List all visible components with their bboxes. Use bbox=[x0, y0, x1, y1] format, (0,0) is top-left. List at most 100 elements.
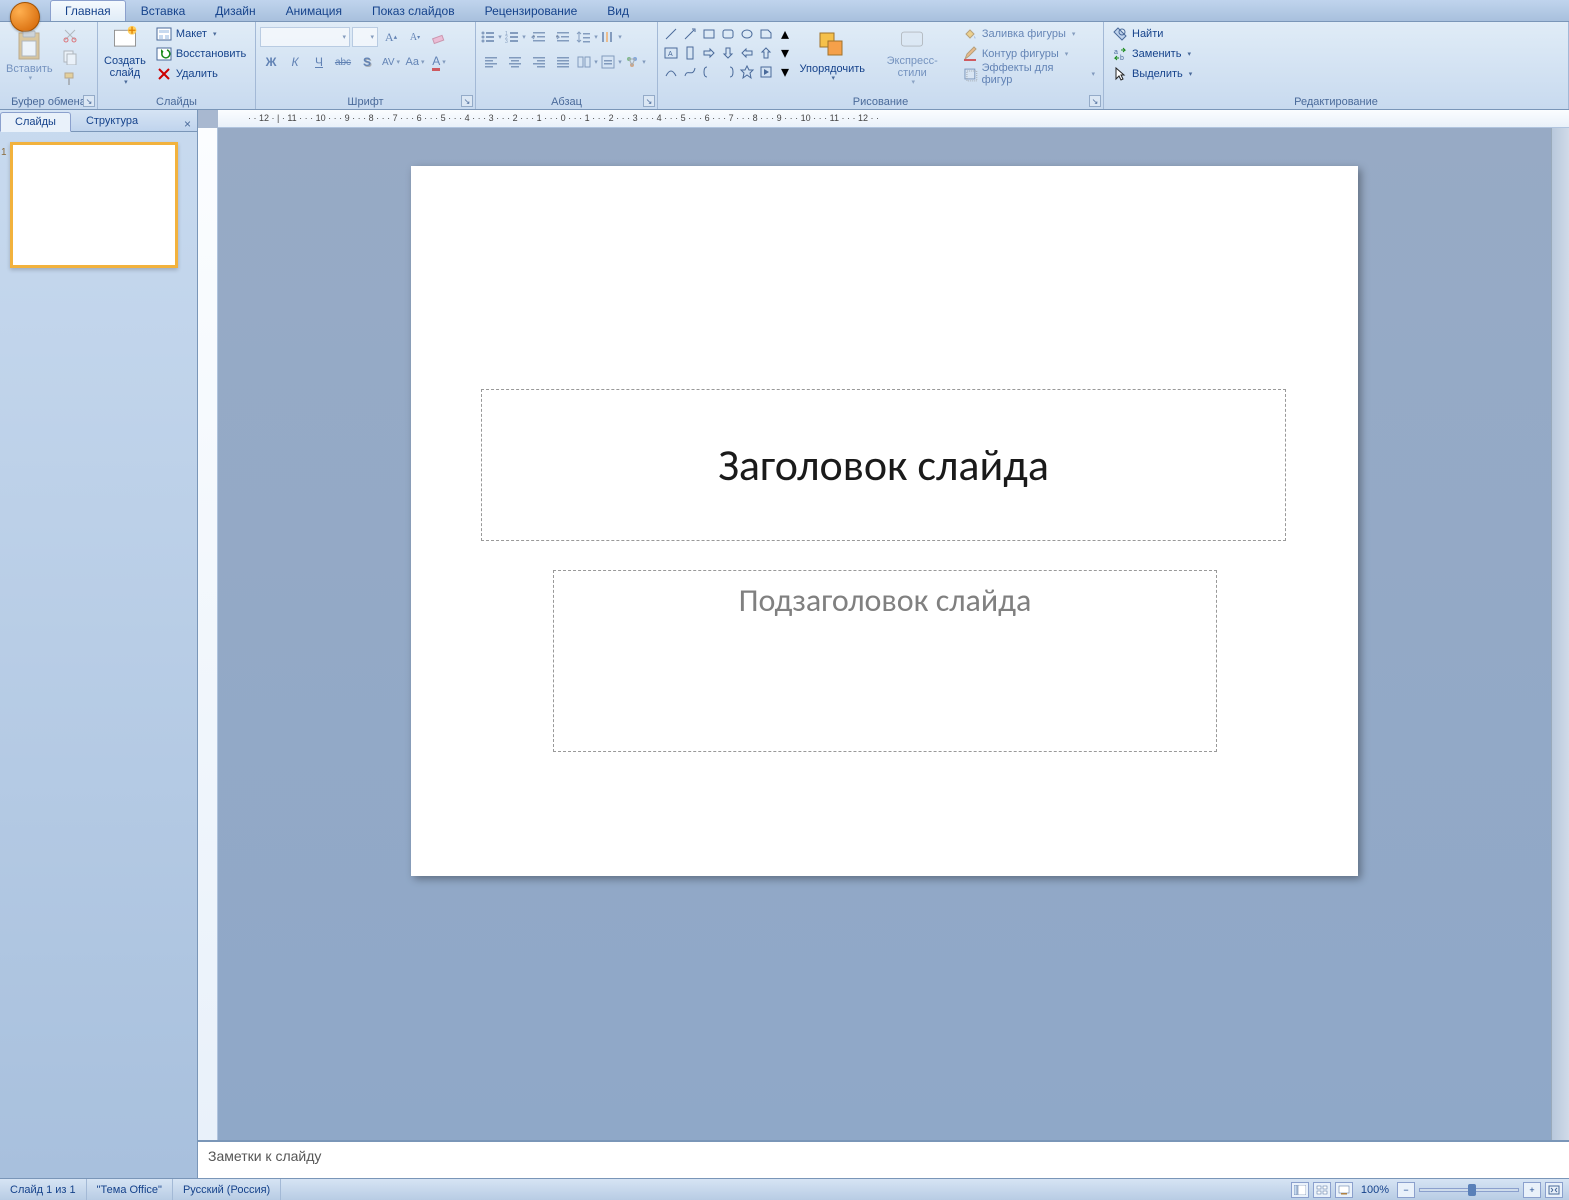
canvas-area[interactable]: Заголовок слайда Подзаголовок слайда bbox=[218, 128, 1551, 1140]
numbering-button[interactable]: 123▾ bbox=[504, 26, 526, 48]
slide-thumbnail-1[interactable]: 1 bbox=[10, 142, 178, 268]
select-button[interactable]: Выделить▾ bbox=[1108, 64, 1196, 84]
font-name-combo[interactable]: ▾ bbox=[260, 27, 350, 47]
shape-curve[interactable] bbox=[662, 63, 680, 81]
clear-formatting-button[interactable] bbox=[428, 26, 450, 48]
justify-button[interactable] bbox=[552, 51, 574, 73]
side-panel-close[interactable]: × bbox=[178, 117, 197, 131]
shrink-font-button[interactable]: A▾ bbox=[404, 26, 426, 48]
align-left-button[interactable] bbox=[480, 51, 502, 73]
copy-button[interactable] bbox=[59, 46, 81, 68]
align-text-vertical-button[interactable]: ▾ bbox=[600, 51, 622, 73]
shape-bracket[interactable] bbox=[719, 63, 737, 81]
shape-fill-button[interactable]: Заливка фигуры▾ bbox=[958, 24, 1099, 44]
change-case-button[interactable]: Aa▾ bbox=[404, 51, 426, 73]
shape-freeform[interactable] bbox=[681, 63, 699, 81]
shape-up-arrow[interactable] bbox=[757, 44, 775, 62]
shape-down-arrow[interactable] bbox=[719, 44, 737, 62]
tab-insert[interactable]: Вставка bbox=[126, 0, 201, 21]
side-tab-outline[interactable]: Структура bbox=[71, 111, 153, 131]
text-direction-button[interactable]: ▾ bbox=[600, 26, 622, 48]
vertical-ruler[interactable]: 9876543210123456789 bbox=[198, 128, 218, 1140]
vertical-scrollbar[interactable] bbox=[1551, 128, 1569, 1140]
shape-oval[interactable] bbox=[738, 25, 756, 43]
find-button[interactable]: Найти bbox=[1108, 24, 1196, 44]
paragraph-dialog-launcher[interactable]: ↘ bbox=[643, 95, 655, 107]
columns-button[interactable]: ▾ bbox=[576, 51, 598, 73]
shape-textbox[interactable]: A bbox=[662, 44, 680, 62]
zoom-slider[interactable] bbox=[1419, 1188, 1519, 1192]
font-size-combo[interactable]: ▾ bbox=[352, 27, 378, 47]
shape-action[interactable] bbox=[757, 63, 775, 81]
grow-font-button[interactable]: A▴ bbox=[380, 26, 402, 48]
paste-button[interactable]: Вставить ▾ bbox=[2, 23, 57, 89]
bullets-button[interactable]: ▾ bbox=[480, 26, 502, 48]
line-spacing-button[interactable]: ▾ bbox=[576, 26, 598, 48]
zoom-level[interactable]: 100% bbox=[1361, 1184, 1389, 1196]
decrease-indent-button[interactable] bbox=[528, 26, 550, 48]
drawing-dialog-launcher[interactable]: ↘ bbox=[1089, 95, 1101, 107]
title-placeholder[interactable]: Заголовок слайда bbox=[481, 389, 1286, 541]
slide-canvas[interactable]: Заголовок слайда Подзаголовок слайда bbox=[411, 166, 1358, 876]
tab-view[interactable]: Вид bbox=[592, 0, 644, 21]
shapes-gallery[interactable]: ▴ A ▾ ▾ bbox=[662, 25, 794, 81]
shape-round-rect[interactable] bbox=[719, 25, 737, 43]
tab-home[interactable]: Главная bbox=[50, 0, 126, 21]
status-language[interactable]: Русский (Россия) bbox=[173, 1179, 281, 1200]
paste-label: Вставить bbox=[6, 63, 53, 75]
subtitle-placeholder[interactable]: Подзаголовок слайда bbox=[553, 570, 1217, 752]
shape-brace[interactable] bbox=[700, 63, 718, 81]
zoom-out-button[interactable]: − bbox=[1397, 1182, 1415, 1198]
arrange-button[interactable]: Упорядочить▾ bbox=[796, 23, 869, 89]
shape-snip-rect[interactable] bbox=[757, 25, 775, 43]
view-normal-button[interactable] bbox=[1291, 1182, 1309, 1198]
horizontal-ruler[interactable]: · · 12 · | · 11 · · · 10 · · · 9 · · · 8… bbox=[218, 110, 1569, 128]
format-painter-button[interactable] bbox=[59, 68, 81, 90]
view-sorter-button[interactable] bbox=[1313, 1182, 1331, 1198]
italic-button[interactable]: К bbox=[284, 51, 306, 73]
quick-styles-button[interactable]: Экспресс-стили▾ bbox=[869, 23, 956, 89]
new-slide-button[interactable]: Создать слайд ▾ bbox=[100, 23, 150, 89]
tab-slideshow[interactable]: Показ слайдов bbox=[357, 0, 470, 21]
shape-right-arrow[interactable] bbox=[700, 44, 718, 62]
shape-effects-button[interactable]: Эффекты для фигур▾ bbox=[958, 64, 1099, 84]
align-center-button[interactable] bbox=[504, 51, 526, 73]
shape-star[interactable] bbox=[738, 63, 756, 81]
reset-button[interactable]: Восстановить bbox=[152, 44, 250, 64]
side-tab-slides[interactable]: Слайды bbox=[0, 112, 71, 132]
underline-button[interactable]: Ч bbox=[308, 51, 330, 73]
gallery-more[interactable]: ▾ bbox=[776, 63, 794, 81]
tab-review[interactable]: Рецензирование bbox=[470, 0, 593, 21]
shape-arrow[interactable] bbox=[681, 25, 699, 43]
status-slide-count[interactable]: Слайд 1 из 1 bbox=[0, 1179, 87, 1200]
char-spacing-button[interactable]: AV▾ bbox=[380, 51, 402, 73]
shape-left-arrow[interactable] bbox=[738, 44, 756, 62]
gallery-scroll-up[interactable]: ▴ bbox=[776, 25, 794, 43]
ruler-v-mark: 2 bbox=[198, 435, 227, 440]
increase-indent-button[interactable] bbox=[552, 26, 574, 48]
layout-button[interactable]: Макет▾ bbox=[152, 24, 250, 44]
gallery-scroll-down[interactable]: ▾ bbox=[776, 44, 794, 62]
cut-button[interactable] bbox=[59, 24, 81, 46]
shape-outline-button[interactable]: Контур фигуры▾ bbox=[958, 44, 1099, 64]
view-slideshow-button[interactable] bbox=[1335, 1182, 1353, 1198]
shape-rectangle[interactable] bbox=[700, 25, 718, 43]
font-color-button[interactable]: A▾ bbox=[428, 51, 450, 73]
shape-line[interactable] bbox=[662, 25, 680, 43]
convert-smartart-button[interactable]: ▾ bbox=[624, 51, 646, 73]
notes-pane[interactable]: Заметки к слайду bbox=[198, 1140, 1569, 1178]
clipboard-dialog-launcher[interactable]: ↘ bbox=[83, 95, 95, 107]
text-shadow-button[interactable]: S bbox=[356, 51, 378, 73]
zoom-in-button[interactable]: + bbox=[1523, 1182, 1541, 1198]
tab-animation[interactable]: Анимация bbox=[271, 0, 357, 21]
replace-button[interactable]: abЗаменить▾ bbox=[1108, 44, 1196, 64]
align-right-button[interactable] bbox=[528, 51, 550, 73]
strikethrough-button[interactable]: abc bbox=[332, 51, 354, 73]
status-theme[interactable]: "Тема Office" bbox=[87, 1179, 173, 1200]
font-dialog-launcher[interactable]: ↘ bbox=[461, 95, 473, 107]
bold-button[interactable]: Ж bbox=[260, 51, 282, 73]
tab-design[interactable]: Дизайн bbox=[200, 0, 270, 21]
delete-slide-button[interactable]: Удалить bbox=[152, 64, 250, 84]
fit-to-window-button[interactable] bbox=[1545, 1182, 1563, 1198]
shape-vertical-textbox[interactable] bbox=[681, 44, 699, 62]
